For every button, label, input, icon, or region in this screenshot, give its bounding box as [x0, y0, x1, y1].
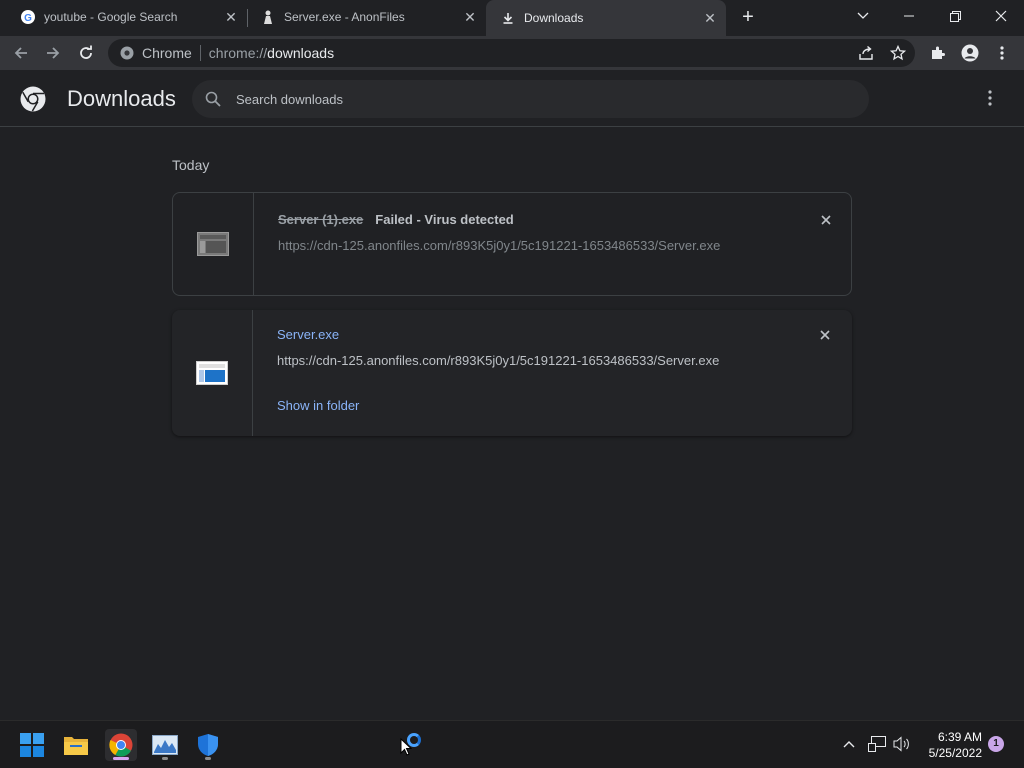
url-prefix: chrome:// [208, 45, 268, 61]
omnibox-divider [199, 45, 201, 61]
chrome-logo-icon [20, 86, 46, 112]
resource-monitor-button[interactable] [149, 729, 181, 761]
running-indicator [205, 757, 211, 760]
notification-badge[interactable]: 1 [988, 736, 1004, 752]
running-indicator [162, 757, 168, 760]
download-icon [500, 10, 516, 26]
download-item-complete: Server.exe https://cdn-125.anonfiles.com… [172, 310, 852, 436]
close-window-button[interactable] [978, 0, 1024, 32]
tab-google-search[interactable]: G youtube - Google Search ✕ [0, 0, 247, 34]
file-icon-column [173, 193, 254, 295]
chrome-taskbar-button[interactable] [105, 729, 137, 761]
tab-title: Downloads [524, 11, 584, 25]
chrome-menu-button[interactable] [989, 40, 1015, 66]
profile-button[interactable] [957, 40, 983, 66]
downloads-header: Downloads [0, 70, 1024, 127]
svg-text:G: G [24, 13, 32, 24]
close-icon [821, 215, 831, 225]
reload-icon [80, 45, 92, 59]
google-g-icon: G [20, 9, 36, 25]
close-icon [995, 10, 1007, 22]
close-icon [820, 330, 830, 340]
search-icon [205, 91, 221, 107]
restore-button[interactable] [932, 0, 978, 32]
forward-button[interactable] [40, 40, 66, 66]
url-text: chrome://downloads [209, 45, 334, 61]
chrome-icon [120, 46, 134, 60]
show-hidden-icons-button[interactable] [843, 735, 855, 753]
chevron-up-icon [843, 741, 855, 748]
volume-button[interactable] [893, 736, 911, 757]
tab-search-button[interactable] [840, 0, 886, 32]
back-button[interactable] [8, 40, 34, 66]
url-path: downloads [267, 45, 335, 61]
remove-from-list-button[interactable] [818, 212, 834, 228]
anonfiles-icon [260, 9, 276, 25]
file-url: https://cdn-125.anonfiles.com/r893K5j0y1… [277, 353, 720, 368]
more-vert-icon [1000, 46, 1004, 60]
close-tab-icon[interactable]: ✕ [223, 9, 239, 25]
share-icon [859, 45, 873, 60]
tab-downloads[interactable]: Downloads ✕ [486, 0, 726, 36]
remove-from-list-button[interactable] [817, 327, 833, 343]
person-icon [961, 44, 979, 62]
clock-time: 6:39 AM [937, 730, 982, 744]
executable-file-icon [197, 232, 229, 256]
executable-file-icon [196, 361, 228, 385]
puzzle-icon [932, 46, 945, 59]
network-icon [868, 736, 886, 752]
file-icon-column [172, 310, 253, 436]
address-bar[interactable]: Chrome chrome://downloads [108, 39, 915, 67]
restore-icon [949, 10, 961, 22]
active-indicator [113, 757, 129, 760]
minimize-button[interactable] [886, 0, 932, 32]
browser-toolbar: Chrome chrome://downloads [0, 36, 1024, 70]
tab-strip: G youtube - Google Search ✕ Server.exe -… [0, 0, 1024, 36]
windows-logo-icon [20, 733, 44, 757]
extensions-button[interactable] [925, 40, 951, 66]
site-label: Chrome [142, 45, 192, 61]
arrow-left-icon [14, 47, 27, 59]
performance-chart-icon [152, 735, 178, 755]
site-info[interactable]: Chrome [120, 45, 192, 61]
download-item-failed: Server (1).exe Failed - Virus detected h… [172, 192, 852, 296]
windows-security-button[interactable] [192, 729, 224, 761]
file-explorer-button[interactable] [60, 729, 92, 761]
screen: G youtube - Google Search ✕ Server.exe -… [0, 0, 1024, 768]
shield-icon [198, 734, 218, 756]
page-title: Downloads [67, 86, 176, 111]
chrome-icon [109, 733, 133, 757]
arrow-right-icon [47, 47, 60, 59]
folder-icon [64, 737, 88, 755]
file-url: https://cdn-125.anonfiles.com/r893K5j0y1… [278, 238, 721, 253]
file-name-link[interactable]: Server.exe [277, 327, 339, 342]
start-button[interactable] [16, 729, 48, 761]
date-section-label: Today [172, 157, 210, 173]
close-tab-icon[interactable]: ✕ [702, 10, 718, 26]
search-downloads-input[interactable] [236, 91, 836, 107]
file-name-row: Server (1).exe Failed - Virus detected [278, 212, 514, 227]
share-button[interactable] [853, 40, 879, 66]
speaker-icon [893, 736, 909, 752]
tab-title: youtube - Google Search [44, 10, 178, 24]
more-actions-icon[interactable] [980, 88, 1000, 108]
system-clock[interactable]: 6:39 AM 5/25/2022 [918, 729, 982, 761]
close-tab-icon[interactable]: ✕ [462, 9, 478, 25]
tab-title: Server.exe - AnonFiles [284, 10, 405, 24]
file-name: Server (1).exe [278, 212, 364, 227]
star-icon [890, 45, 906, 61]
mouse-cursor-icon [400, 738, 412, 756]
minimize-icon [904, 15, 914, 17]
clock-date: 5/25/2022 [928, 746, 982, 760]
chevron-down-icon [857, 12, 869, 19]
windows-taskbar [0, 720, 1024, 768]
tab-anonfiles[interactable]: Server.exe - AnonFiles ✕ [240, 0, 486, 34]
bookmark-button[interactable] [885, 40, 911, 66]
search-downloads-box[interactable] [192, 80, 869, 118]
new-tab-button[interactable]: + [738, 7, 758, 27]
reload-button[interactable] [73, 40, 99, 66]
network-button[interactable] [868, 736, 886, 757]
download-status: Failed - Virus detected [375, 212, 514, 227]
show-in-folder-link[interactable]: Show in folder [277, 398, 359, 413]
